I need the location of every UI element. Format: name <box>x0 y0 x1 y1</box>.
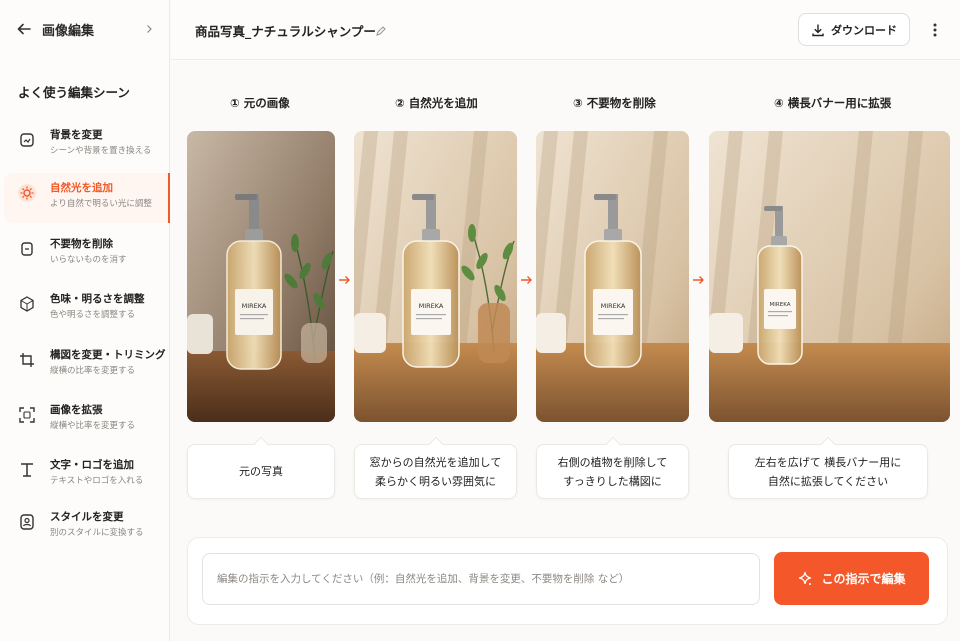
product-brand-label: MIREKA <box>770 302 791 308</box>
image-natural-light[interactable]: MIREKA <box>354 131 517 422</box>
crop-icon <box>17 350 37 370</box>
app-window: 画像編集 よく使う編集シーン 背景を変更シーンや背景を置き換える 自然光を追加よ… <box>0 0 960 641</box>
sidebar-item-text-logo[interactable]: 文字・ロゴを追加 テキストやロゴを入れる <box>4 450 170 500</box>
arrow-right-icon <box>338 272 352 286</box>
sidebar-item-background[interactable]: 背景を変更シーンや背景を置き換える <box>4 120 170 170</box>
sidebar-item-label: 背景を変更 <box>50 129 103 141</box>
sidebar-item-label: スタイルを変更 <box>50 511 124 523</box>
caption-step-1: 元の写真 <box>187 444 335 499</box>
text-icon <box>17 460 37 480</box>
caption-line: 右側の植物を削除して <box>557 455 668 469</box>
download-icon <box>811 23 825 37</box>
instruction-input[interactable] <box>202 553 760 605</box>
background-icon <box>17 130 37 150</box>
caption-line: 元の写真 <box>239 465 283 478</box>
eraser-icon <box>17 239 37 259</box>
step-label-4: ④ 横長バナー用に拡張 <box>774 96 892 110</box>
sidebar-item-natural-light[interactable]: 自然光を追加より自然で明るい光に調整 <box>4 173 170 223</box>
sidebar-item-label: 画像を拡張 <box>50 404 103 416</box>
apply-label: この指示で編集 <box>821 572 906 586</box>
sidebar-item-label: 不要物を削除 <box>50 238 113 250</box>
image-original[interactable]: MIREKA <box>187 131 335 422</box>
sidebar-item-label: 文字・ロゴを追加 <box>50 459 134 471</box>
sidebar-item-sub: 縦横や比率を変更する <box>50 421 136 431</box>
sidebar-item-label: 構図を変更・トリミング <box>50 349 166 361</box>
sidebar-item-sub: 色や明るさを調整する <box>50 310 136 320</box>
edit-pencil-icon[interactable] <box>375 22 389 36</box>
chevron-right-icon[interactable] <box>142 22 156 36</box>
caption-line: すっきりした構図に <box>563 474 662 488</box>
download-label: ダウンロード <box>831 23 897 37</box>
step-label-1: ① 元の画像 <box>230 96 290 110</box>
more-options-icon[interactable] <box>923 18 947 42</box>
sidebar: 画像編集 よく使う編集シーン 背景を変更シーンや背景を置き換える 自然光を追加よ… <box>0 0 170 641</box>
sidebar-header: 画像編集 <box>0 0 170 58</box>
arrow-right-icon <box>520 272 534 286</box>
color-adjust-icon <box>17 294 37 314</box>
step-label-2: ② 自然光を追加 <box>395 96 478 110</box>
caption-step-4: 左右を広げて 横長バナー用に 自然に拡張してください <box>728 444 928 499</box>
sparkle-icon <box>797 571 813 587</box>
sidebar-item-label: 自然光を追加 <box>50 182 113 194</box>
sidebar-item-sub: より自然で明るい光に調整 <box>50 199 152 209</box>
apply-instruction-button[interactable]: この指示で編集 <box>774 552 929 605</box>
light-icon <box>17 183 37 203</box>
sidebar-item-sub: 別のスタイルに変換する <box>50 528 144 538</box>
step-label-3: ③ 不要物を削除 <box>573 96 656 110</box>
product-brand-label: MIREKA <box>242 302 267 310</box>
caption-line: 窓からの自然光を追加して <box>369 455 502 469</box>
product-brand-label: MIREKA <box>601 302 626 310</box>
sidebar-item-style[interactable]: スタイルを変更別のスタイルに変換する <box>4 502 170 552</box>
product-brand-label: MIREKA <box>419 302 444 310</box>
caption-step-2: 窓からの自然光を追加して 柔らかく明るい雰囲気に <box>354 444 517 499</box>
sidebar-item-sub: いらないものを消す <box>50 255 127 265</box>
sidebar-item-sub: 縦横の比率を変更する <box>50 366 136 376</box>
caption-line: 柔らかく明るい雰囲気に <box>374 474 496 488</box>
sidebar-item-label: 色味・明るさを調整 <box>50 293 145 305</box>
caption-line: 左右を広げて 横長バナー用に <box>754 455 902 469</box>
style-icon <box>17 512 37 532</box>
arrow-right-icon <box>692 272 706 286</box>
topbar: 商品写真_ナチュラルシャンプー ダウンロード <box>171 0 960 60</box>
caption-step-3: 右側の植物を削除して すっきりした構図に <box>536 444 689 499</box>
download-button[interactable]: ダウンロード <box>798 13 910 46</box>
section-title: よく使う編集シーン <box>18 85 130 100</box>
back-arrow-icon[interactable] <box>14 19 34 39</box>
image-expanded-banner[interactable]: MIREKA <box>709 131 950 422</box>
caption-line: 自然に拡張してください <box>767 474 889 488</box>
sidebar-title: 画像編集 <box>42 23 95 39</box>
sidebar-item-expand[interactable]: 画像を拡張縦横や比率を変更する <box>4 395 170 445</box>
sidebar-item-sub: シーンや背景を置き換える <box>50 146 152 156</box>
instruction-panel: この指示で編集 <box>187 537 948 625</box>
sidebar-item-color-adjust[interactable]: 色味・明るさを調整 色や明るさを調整する <box>4 284 170 334</box>
sidebar-item-sub: テキストやロゴを入れる <box>50 476 144 486</box>
image-object-removed[interactable]: MIREKA <box>536 131 689 422</box>
sidebar-item-remove-object[interactable]: 不要物を削除いらないものを消す <box>4 229 170 279</box>
sidebar-item-crop[interactable]: 構図を変更・トリミング 縦横の比率を変更する <box>4 340 170 390</box>
expand-icon <box>17 405 37 425</box>
document-title[interactable]: 商品写真_ナチュラルシャンプー <box>195 21 376 40</box>
